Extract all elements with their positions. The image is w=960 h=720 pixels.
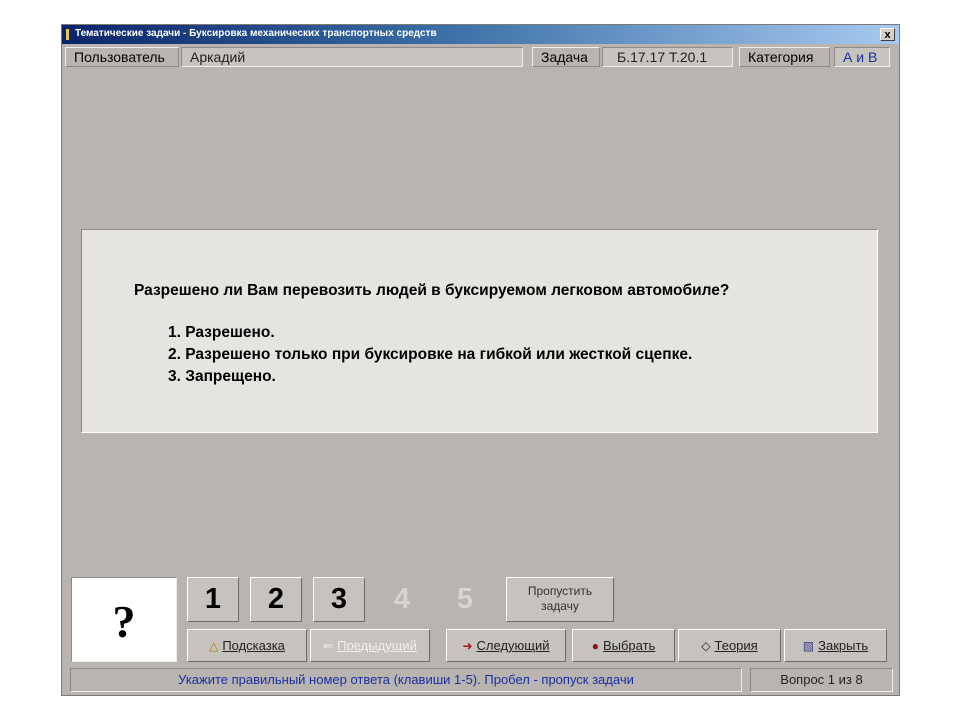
app-window: Тематические задачи - Буксировка механич… (61, 24, 900, 696)
window-title: Тематические задачи - Буксировка механич… (75, 28, 437, 39)
theory-icon: ◇ (701, 638, 711, 653)
info-bar: Пользователь Аркадий Задача Б.17.17 Т.20… (62, 45, 899, 69)
question-text: Разрешено ли Вам перевозить людей в букс… (134, 282, 730, 299)
skip-task-label-line2: задачу (541, 599, 579, 613)
answer-button-4: 4 (393, 583, 411, 615)
window-close-button[interactable]: x (880, 28, 895, 41)
answer-option-3: 3. Запрещено. (168, 368, 276, 385)
user-value: Аркадий (181, 47, 523, 67)
arrow-left-icon: ⇐ (323, 638, 334, 653)
task-value: Б.17.17 Т.20.1 (602, 47, 733, 67)
answer-button-3[interactable]: 3 (313, 577, 365, 622)
answer-option-1: 1. Разрешено. (168, 324, 275, 341)
skip-task-label-line1: Пропустить (527, 584, 593, 598)
answer-button-1[interactable]: 1 (187, 577, 239, 622)
app-icon (66, 29, 69, 40)
user-label: Пользователь (65, 47, 179, 67)
status-bar: Укажите правильный номер ответа (клавиши… (70, 668, 893, 692)
category-label: Категория (739, 47, 830, 67)
answer-indicator: ? (71, 577, 177, 662)
close-door-icon: ▧ (802, 638, 815, 653)
category-value: А и В (834, 47, 890, 67)
next-button-label: Следующий (476, 638, 550, 653)
close-button-label: Закрыть (818, 638, 869, 653)
answer-button-5: 5 (456, 583, 474, 615)
answer-button-2[interactable]: 2 (250, 577, 302, 622)
theory-button-label: Теория (714, 638, 758, 653)
previous-button-label: Предыдущий (337, 638, 417, 653)
question-counter: Вопрос 1 из 8 (750, 668, 893, 692)
previous-button: ⇐ Предыдущий (310, 629, 430, 662)
select-button-label: Выбрать (602, 638, 656, 653)
status-hint: Укажите правильный номер ответа (клавиши… (70, 668, 742, 692)
hint-button-label: Подсказка (222, 638, 285, 653)
hint-button[interactable]: △ Подсказка (187, 629, 307, 662)
next-button[interactable]: ➜ Следующий (446, 629, 566, 662)
answer-list: 1. Разрешено. 2. Разрешено только при бу… (168, 322, 692, 388)
close-button[interactable]: ▧ Закрыть (784, 629, 887, 662)
task-label: Задача (532, 47, 600, 67)
title-bar[interactable]: Тематические задачи - Буксировка механич… (62, 25, 899, 44)
answer-option-2: 2. Разрешено только при буксировке на ги… (168, 346, 693, 363)
select-button[interactable]: ● Выбрать (572, 629, 675, 662)
arrow-right-icon: ➜ (462, 638, 473, 653)
select-icon: ● (591, 638, 599, 653)
hint-icon: △ (209, 638, 219, 653)
question-panel: Разрешено ли Вам перевозить людей в букс… (81, 229, 878, 433)
skip-task-button[interactable]: Пропустить задачу (506, 577, 614, 622)
theory-button[interactable]: ◇ Теория (678, 629, 781, 662)
